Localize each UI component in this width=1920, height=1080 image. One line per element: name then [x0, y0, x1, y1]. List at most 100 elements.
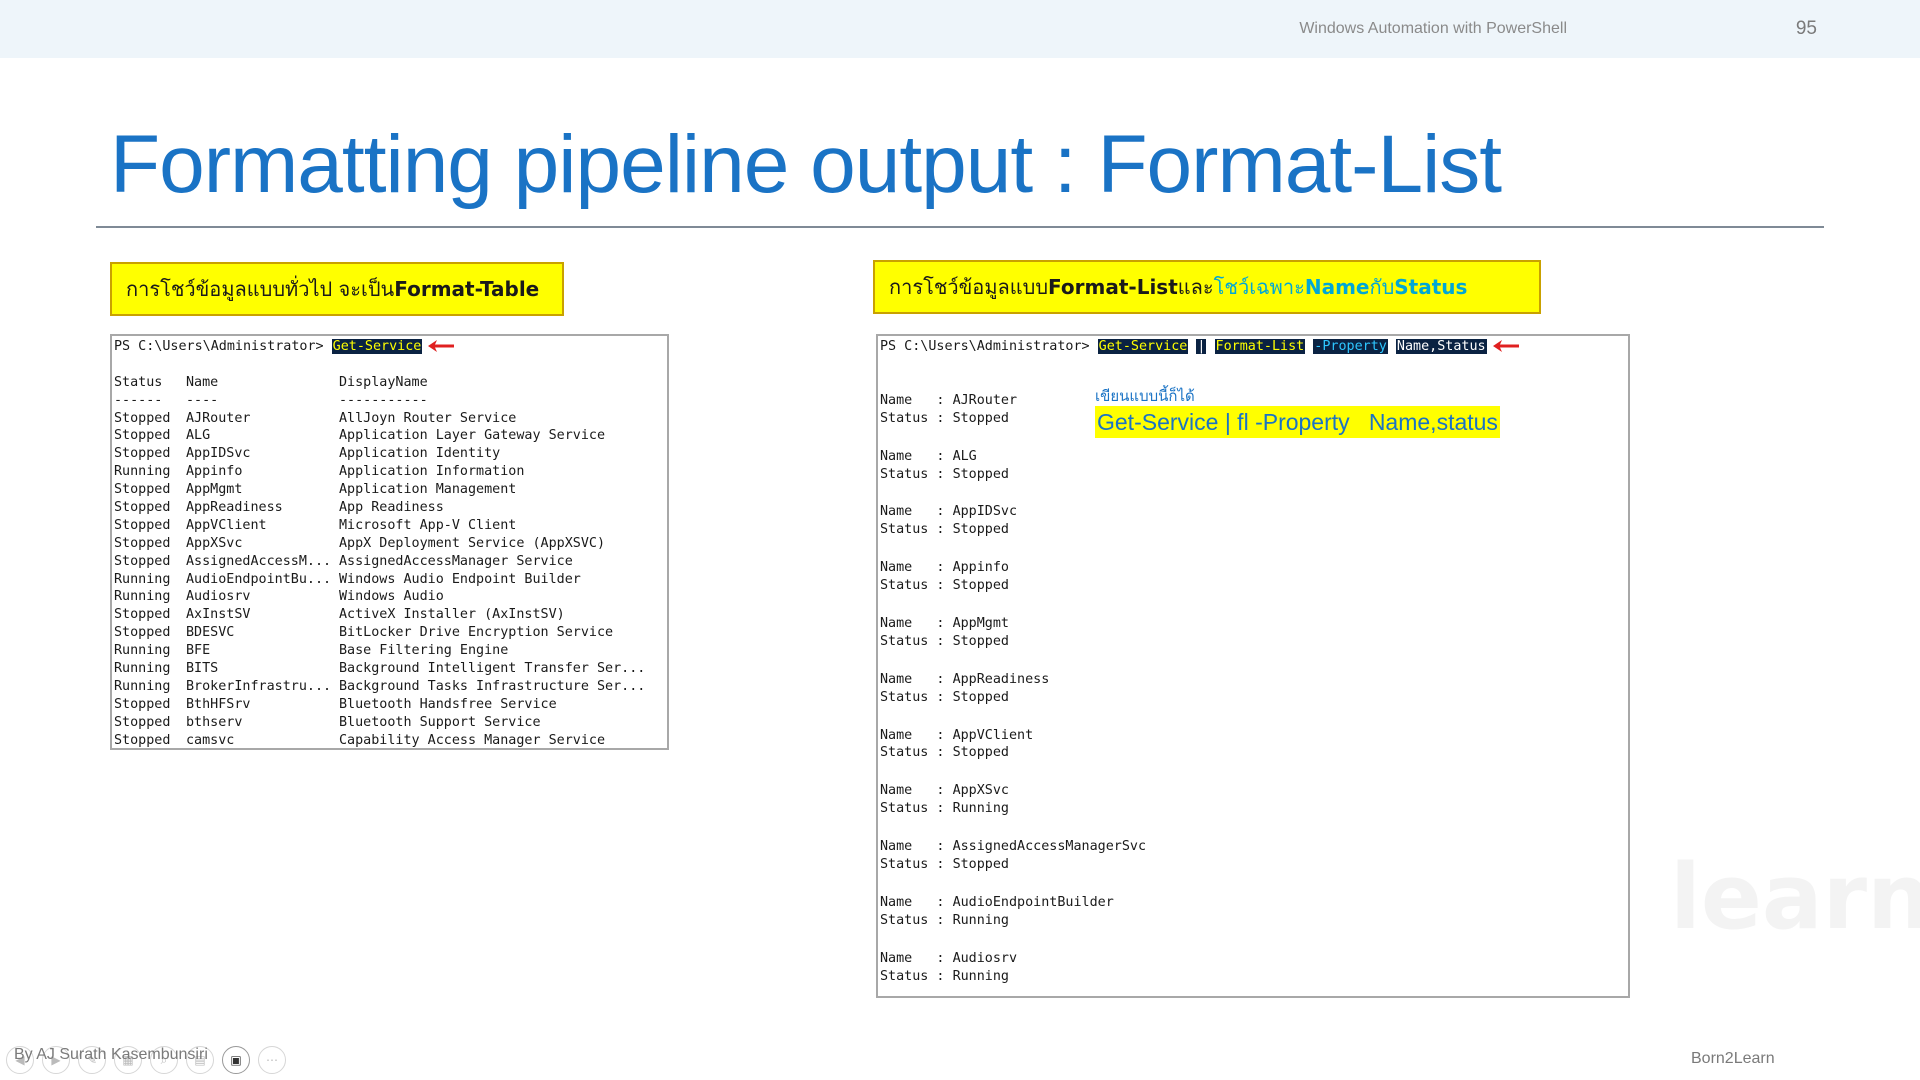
- cell-displayname: BitLocker Drive Encryption Service: [339, 625, 614, 641]
- list-item: Name : AppVClient Status : Stopped: [880, 727, 1628, 763]
- command-get-service: Get-Service: [1097, 339, 1189, 354]
- value-status: Running: [952, 968, 1009, 984]
- cell-status: Stopped: [114, 625, 171, 641]
- author-credit: By AJ Surath Kasembunsiri: [14, 1046, 208, 1063]
- note-right-name: Name: [1304, 275, 1370, 299]
- value-status: Stopped: [952, 689, 1009, 705]
- cell-status: Stopped: [114, 517, 171, 533]
- key-status: Status :: [880, 633, 953, 649]
- cell-name: AppMgmt: [186, 482, 243, 498]
- console-format-table: PS C:\Users\Administrator> Get-Service S…: [110, 334, 669, 750]
- list-item: Name : Appinfo Status : Stopped: [880, 559, 1628, 595]
- value-name: Appinfo: [952, 560, 1009, 576]
- table-row: Running AudioEndpointBu... Windows Audio E…: [114, 571, 667, 589]
- list-item: Name : AppMgmt Status : Stopped: [880, 615, 1628, 651]
- key-status: Status :: [880, 968, 953, 984]
- value-status: Stopped: [952, 522, 1009, 538]
- cell-displayname: Background Intelligent Transfer Ser...: [339, 661, 646, 677]
- cell-displayname: Background Tasks Infrastructure Ser...: [339, 678, 646, 694]
- cell-name: AudioEndpointBu...: [186, 571, 332, 587]
- value-name: ALG: [952, 448, 977, 464]
- more-icon[interactable]: ⋯: [258, 1046, 286, 1074]
- key-status: Status :: [880, 745, 953, 761]
- cell-name: BthHFSrv: [186, 696, 251, 712]
- cell-status: Running: [114, 678, 171, 694]
- value-name: AppReadiness: [952, 671, 1050, 687]
- cell-status: Stopped: [114, 553, 171, 569]
- hint-code: Get-Service | fl -Property Name,status: [1095, 406, 1500, 438]
- value-name: AudioEndpointBuilder: [952, 894, 1114, 910]
- list-item: Name : AudioEndpointBuilder Status : Runn…: [880, 894, 1628, 930]
- cell-status: Running: [114, 571, 171, 587]
- cell-name: BFE: [186, 643, 211, 659]
- cell-status: Stopped: [114, 500, 171, 516]
- note-format-list: การโชว์ข้อมูลแบบ Format-List และ โชว์เฉพ…: [873, 260, 1541, 314]
- table-row: Stopped AppIDSvc Application Identity: [114, 445, 667, 463]
- header-status: Status: [114, 374, 163, 390]
- value-name: AppIDSvc: [952, 504, 1018, 520]
- red-arrow-icon: [428, 340, 455, 352]
- command-format-list: Format-List: [1214, 339, 1306, 354]
- watermark-learn: learn: [1670, 845, 1920, 950]
- header-bar: Windows Automation with PowerShell 95: [0, 0, 1920, 58]
- table-underline-row: ------ ---- -----------: [114, 392, 667, 410]
- note-right-bold: Format-List: [1048, 275, 1178, 299]
- key-name: Name :: [880, 671, 953, 687]
- value-status: Stopped: [952, 466, 1009, 482]
- value-name: AssignedAccessManagerSvc: [952, 839, 1147, 855]
- hint-caption: เขียนแบบนี้ก็ได้: [1095, 387, 1195, 405]
- note-right-status: Status: [1394, 275, 1468, 299]
- page-number: 95: [1795, 18, 1817, 39]
- cell-status: Stopped: [114, 446, 171, 462]
- header-displayname: DisplayName: [339, 374, 428, 390]
- cell-status: Stopped: [114, 428, 171, 444]
- note-right-cyan: โชว์เฉพาะ: [1213, 275, 1305, 299]
- cell-displayname: ActiveX Installer (AxInstSV): [339, 607, 565, 623]
- cell-displayname: Microsoft App-V Client: [339, 517, 517, 533]
- key-name: Name :: [880, 560, 953, 576]
- key-status: Status :: [880, 801, 953, 817]
- cell-displayname: Windows Audio: [339, 589, 444, 605]
- key-status: Status :: [880, 912, 953, 928]
- underline-name: ----: [186, 392, 219, 408]
- prompt-line: PS C:\Users\Administrator> Get-Service |…: [880, 338, 1628, 356]
- cell-name: AppXSvc: [186, 535, 243, 551]
- value-name: AppXSvc: [952, 783, 1009, 799]
- cell-name: AxInstSV: [186, 607, 251, 623]
- cell-name: bthserv: [186, 714, 243, 730]
- table-row: Running BFE Base Filtering Engine: [114, 642, 667, 660]
- cell-displayname: AssignedAccessManager Service: [339, 553, 573, 569]
- cell-displayname: Windows Audio Endpoint Builder: [339, 571, 581, 587]
- cell-displayname: Bluetooth Handsfree Service: [339, 696, 557, 712]
- table-row: Running BrokerInfrastru... Background Task…: [114, 678, 667, 696]
- camera-icon[interactable]: ▣: [222, 1046, 250, 1074]
- key-name: Name :: [880, 392, 953, 408]
- cell-name: AJRouter: [186, 410, 251, 426]
- param-args: Name,Status: [1395, 339, 1487, 354]
- cell-status: Stopped: [114, 482, 171, 498]
- header-name: Name: [186, 374, 219, 390]
- list-item: Name : ALG Status : Stopped: [880, 448, 1628, 484]
- command-get-service: Get-Service: [331, 339, 423, 354]
- cell-status: Stopped: [114, 410, 171, 426]
- key-name: Name :: [880, 783, 953, 799]
- note-format-table: การโชว์ข้อมูลแบบทั่วไป จะเป็น Format-Tab…: [110, 262, 564, 316]
- note-left-text: การโชว์ข้อมูลแบบทั่วไป จะเป็น: [126, 277, 395, 301]
- cell-name: BrokerInfrastru...: [186, 678, 332, 694]
- value-name: AppVClient: [952, 727, 1034, 743]
- cell-name: BITS: [186, 661, 219, 677]
- table-row: Stopped AJRouter AllJoyn Router Service: [114, 410, 667, 428]
- table-header-row: Status Name DisplayName: [114, 374, 667, 392]
- param-property: -Property: [1313, 339, 1388, 354]
- cell-name: camsvc: [186, 732, 235, 748]
- key-status: Status :: [880, 410, 953, 426]
- note-right-cyan-mid: กับ: [1369, 275, 1395, 299]
- cell-status: Stopped: [114, 696, 171, 712]
- cell-name: AppReadiness: [186, 500, 283, 516]
- value-status: Stopped: [952, 578, 1009, 594]
- key-status: Status :: [880, 857, 953, 873]
- value-name: AppMgmt: [952, 616, 1009, 632]
- cell-name: BDESVC: [186, 625, 235, 641]
- underline-displayname: -----------: [339, 392, 428, 408]
- list-item: Name : AppXSvc Status : Running: [880, 782, 1628, 818]
